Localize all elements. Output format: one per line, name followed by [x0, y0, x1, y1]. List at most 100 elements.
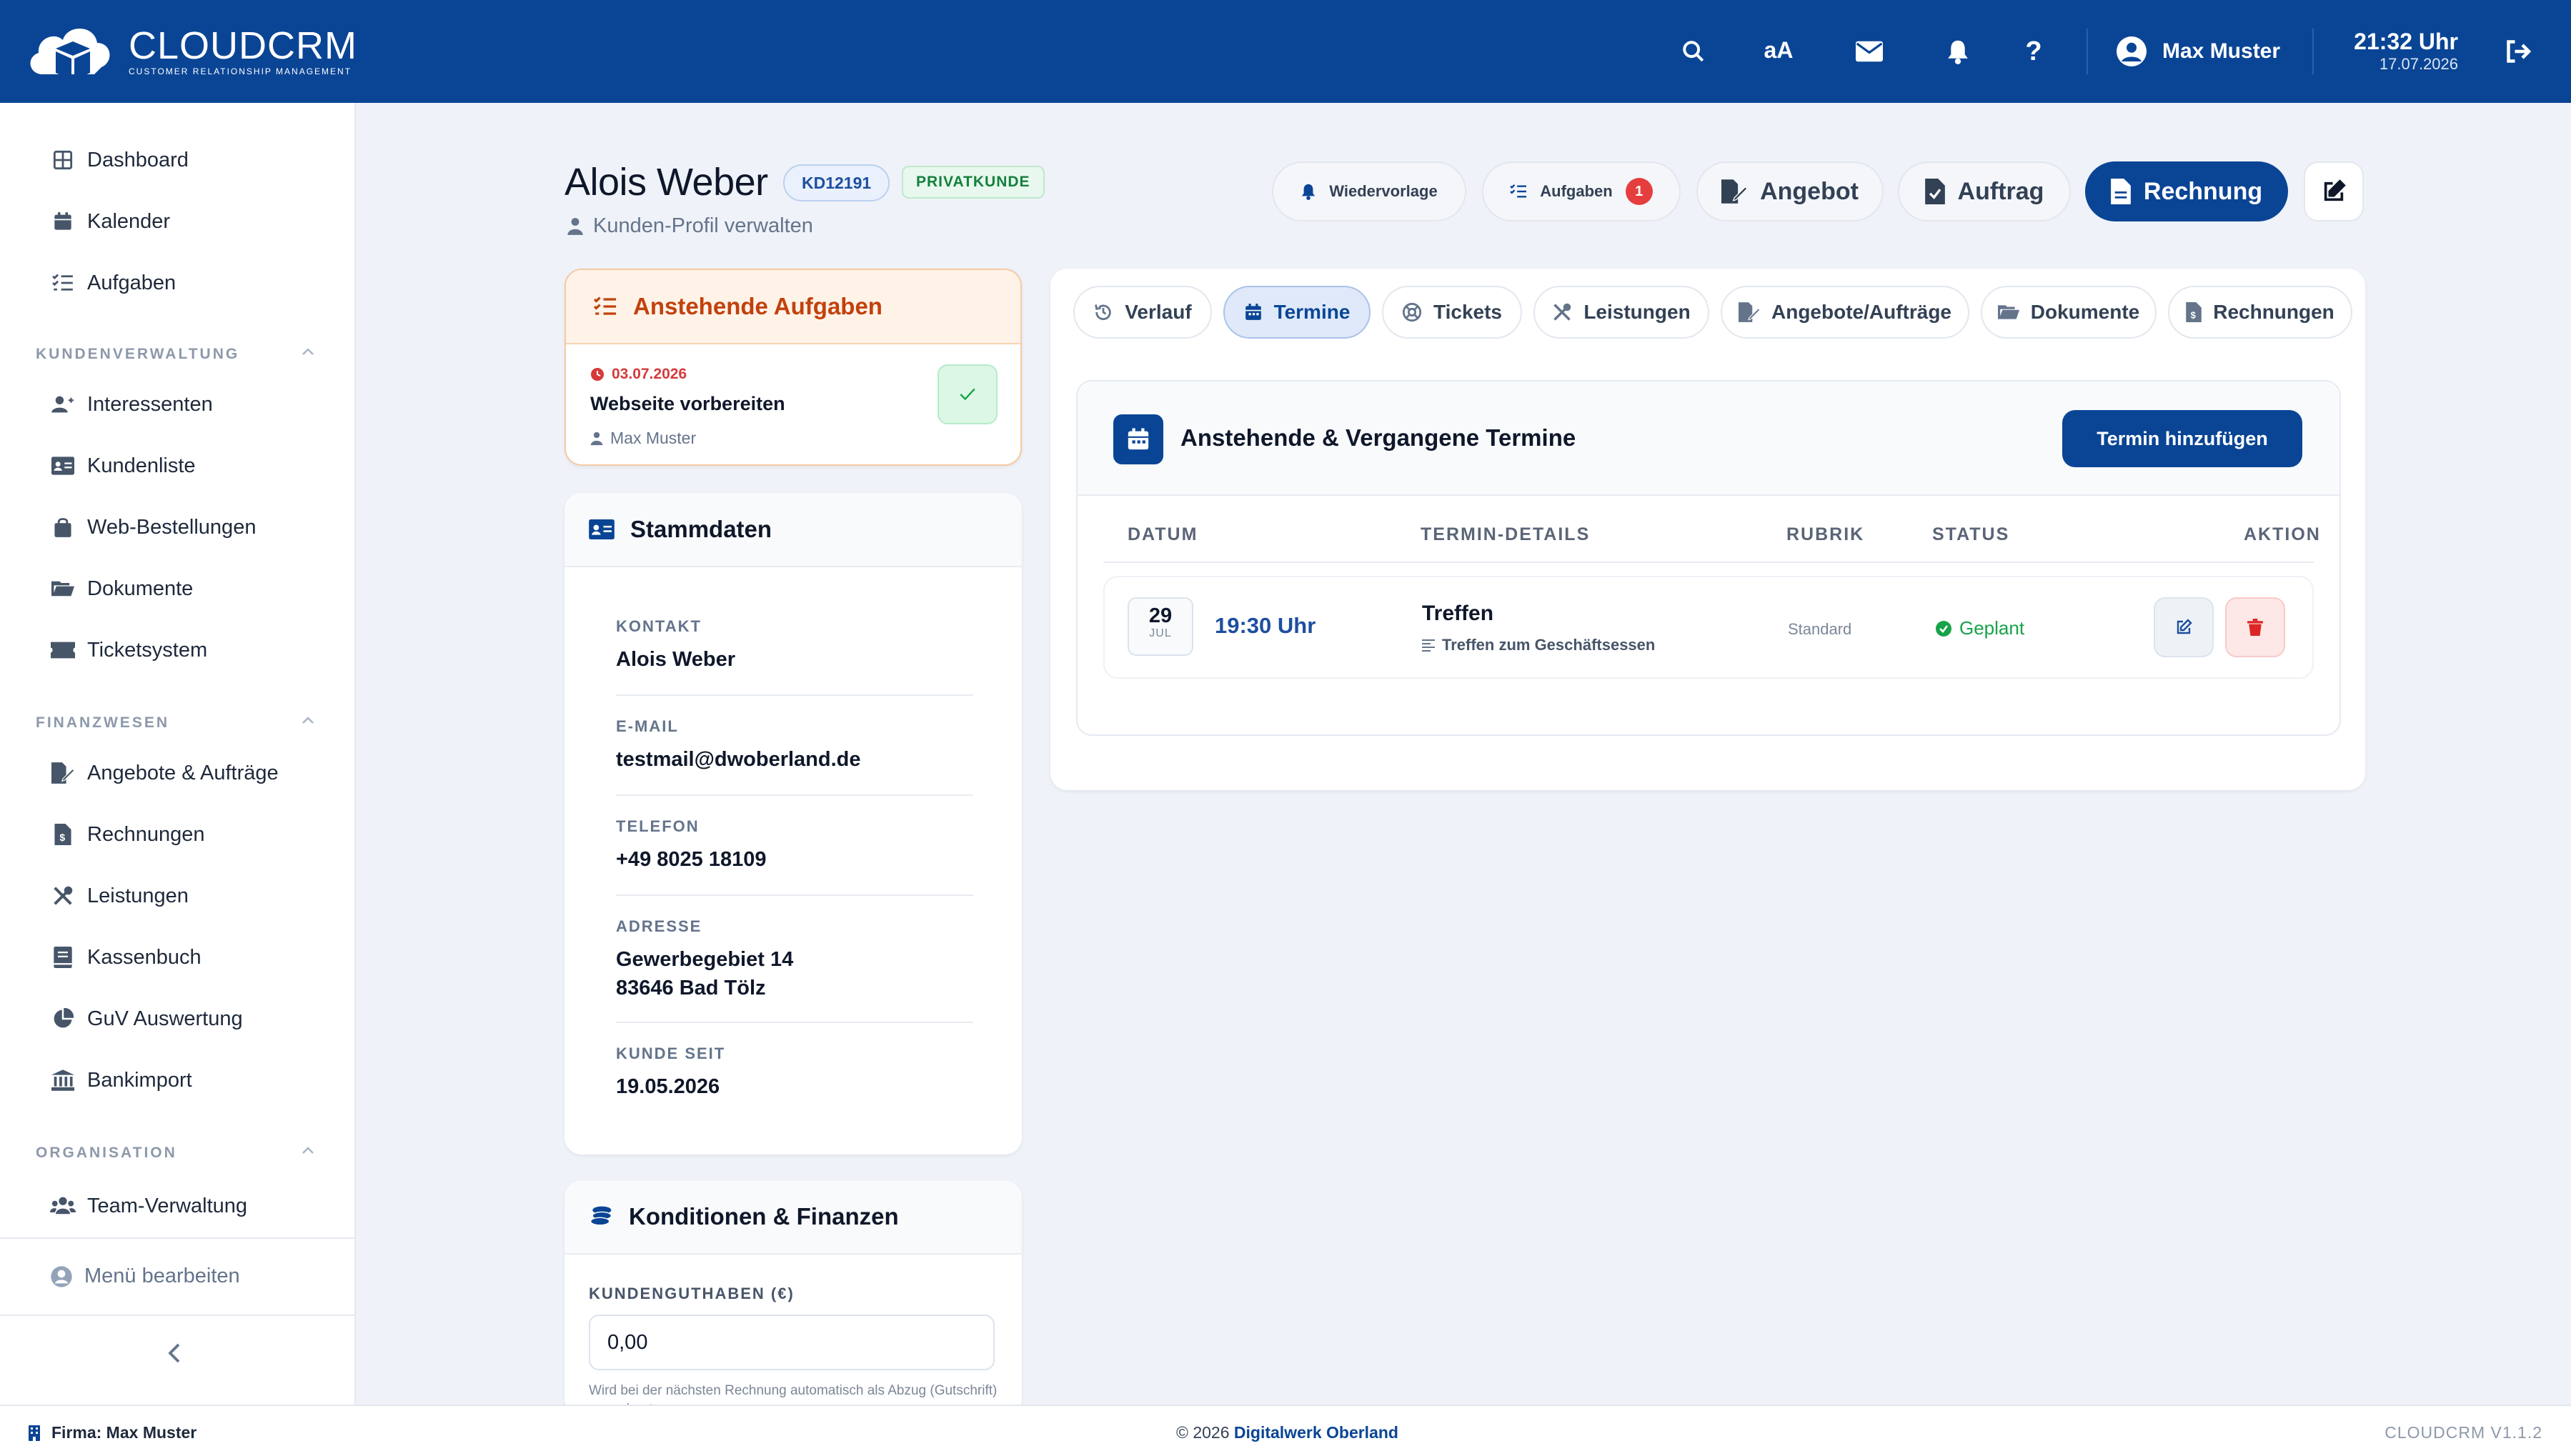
sidebar-section-organisation[interactable]: ORGANISATION: [36, 1145, 177, 1162]
logo-subtitle: CUSTOMER RELATIONSHIP MANAGEMENT: [129, 66, 352, 76]
sidebar-item-web-bestellungen[interactable]: Web-Bestellungen: [50, 509, 256, 546]
kundenguthaben-input[interactable]: [589, 1315, 995, 1370]
complete-task-button[interactable]: [938, 364, 998, 424]
tab-label: Verlauf: [1125, 301, 1192, 323]
date-badge: 29 JUL: [1128, 597, 1193, 656]
help-icon[interactable]: ?: [2018, 36, 2049, 67]
edit-termin-button[interactable]: [2154, 597, 2214, 657]
field-label-kontakt: KONTAKT: [616, 617, 702, 635]
ticket-icon: [50, 637, 76, 663]
file-signature-icon: [50, 760, 76, 786]
chevron-up-icon[interactable]: [300, 714, 316, 726]
tab-rechnungen[interactable]: $ Rechnungen: [2168, 286, 2352, 339]
mail-icon[interactable]: [1854, 36, 1885, 67]
field-value-adresse-line1: Gewerbegebiet 14: [616, 948, 794, 971]
tab-label: Angebote/Aufträge: [1771, 301, 1951, 323]
wiedervorlage-button[interactable]: Wiedervorlage: [1272, 161, 1466, 221]
calendar-icon: [1113, 414, 1163, 464]
copyright-link[interactable]: Digitalwerk Oberland: [1234, 1423, 1398, 1442]
customer-detail-panel: Verlauf Termine Tickets Leistungen Angeb…: [1050, 269, 2365, 790]
sidebar-section-finanzwesen[interactable]: FINANZWESEN: [36, 714, 169, 732]
tab-tickets[interactable]: Tickets: [1382, 286, 1522, 339]
search-icon[interactable]: [1678, 36, 1709, 67]
sidebar-item-angebote-auftraege[interactable]: Angebote & Aufträge: [50, 754, 279, 792]
sidebar-item-kalender[interactable]: Kalender: [50, 203, 170, 240]
field-value-telefon[interactable]: +49 8025 18109: [616, 846, 766, 873]
cloud-box-logo-icon: [30, 28, 110, 80]
svg-text:$: $: [2191, 310, 2196, 321]
sidebar-item-kundenliste[interactable]: Kundenliste: [50, 447, 196, 484]
task-assignee: Max Muster: [590, 429, 696, 448]
sidebar-item-rechnungen[interactable]: $ Rechnungen: [50, 816, 204, 853]
field-value-kontakt: Alois Weber: [616, 648, 736, 671]
sidebar-item-label: Dokumente: [87, 577, 194, 600]
tab-termine[interactable]: Termine: [1223, 286, 1371, 339]
pending-tasks-header: Anstehende Aufgaben: [566, 270, 1020, 344]
book-icon: [50, 944, 76, 970]
edit-customer-button[interactable]: [2304, 161, 2364, 221]
sidebar-item-bankimport[interactable]: Bankimport: [50, 1062, 192, 1099]
aufgaben-label: Aufgaben: [1540, 182, 1613, 200]
column-header-status: STATUS: [1932, 524, 2010, 544]
tab-verlauf[interactable]: Verlauf: [1073, 286, 1212, 339]
user-menu[interactable]: Max Muster: [2117, 36, 2280, 67]
sidebar-item-guv-auswertung[interactable]: GuV Auswertung: [50, 1000, 243, 1037]
sidebar-item-leistungen[interactable]: Leistungen: [50, 877, 189, 914]
status-badge: Geplant: [1935, 617, 2024, 639]
customer-type-badge: PRIVATKUNDE: [902, 166, 1045, 199]
file-check-icon: [1924, 179, 1945, 204]
customer-name: Alois Weber: [565, 161, 768, 204]
sidebar-item-team-verwaltung[interactable]: Team-Verwaltung: [50, 1187, 247, 1225]
task-due-date-text: 03.07.2026: [612, 366, 687, 382]
file-signature-icon: [1721, 179, 1748, 204]
invoice-icon: $: [2186, 302, 2202, 322]
kundenguthaben-label: KUNDENGUTHABEN (€): [589, 1285, 795, 1302]
aufgaben-button[interactable]: Aufgaben 1: [1482, 161, 1681, 221]
auftrag-button[interactable]: Auftrag: [1898, 161, 2071, 221]
chevron-up-icon[interactable]: [300, 1145, 316, 1156]
tab-label: Termine: [1273, 301, 1351, 323]
sidebar-section-kundenverwaltung[interactable]: KUNDENVERWALTUNG: [36, 346, 239, 363]
id-card-icon: [50, 453, 76, 479]
add-termin-button[interactable]: Termin hinzufügen: [2062, 410, 2302, 467]
app-logo[interactable]: CLOUDCRM CUSTOMER RELATIONSHIP MANAGEMEN…: [23, 17, 357, 86]
user-name: Max Muster: [2162, 39, 2281, 63]
menu-edit-button[interactable]: Menü bearbeiten: [50, 1265, 240, 1288]
delete-termin-button[interactable]: [2225, 597, 2285, 657]
sidebar-item-label: Ticketsystem: [87, 638, 208, 662]
tab-label: Dokumente: [2030, 301, 2140, 323]
sidebar-item-ticketsystem[interactable]: Ticketsystem: [50, 632, 207, 669]
angebot-button[interactable]: Angebot: [1696, 161, 1884, 221]
bell-icon[interactable]: [1942, 36, 1974, 67]
rechnung-button[interactable]: Rechnung: [2085, 161, 2288, 221]
folder-icon: [1997, 304, 2019, 321]
tab-angebote-auftraege[interactable]: Angebote/Aufträge: [1721, 286, 1969, 339]
chevron-up-icon[interactable]: [300, 346, 316, 357]
user-icon: [590, 432, 603, 446]
table-row[interactable]: 29 JUL 19:30 Uhr Treffen Treffen zum Ges…: [1103, 576, 2314, 679]
align-left-icon: [1422, 639, 1435, 652]
sidebar-item-interessenten[interactable]: Interessenten: [50, 386, 213, 423]
field-value-kunde-seit: 19.05.2026: [616, 1075, 720, 1098]
field-value-email[interactable]: testmail@dwoberland.de: [616, 746, 861, 773]
sidebar-item-dokumente[interactable]: Dokumente: [50, 570, 193, 607]
logout-icon[interactable]: [2502, 36, 2534, 67]
grid-icon: [50, 147, 76, 173]
chevron-left-icon[interactable]: [166, 1340, 183, 1366]
svg-text:$: $: [59, 832, 65, 843]
sidebar-item-dashboard[interactable]: Dashboard: [50, 141, 189, 179]
checkmark-icon: [958, 387, 977, 402]
pie-chart-icon: [50, 1006, 76, 1032]
konditionen-title: Konditionen & Finanzen: [629, 1203, 899, 1230]
field-label-telefon: TELEFON: [616, 817, 700, 835]
invoice-icon: $: [50, 822, 76, 847]
footer-version: CLOUDCRM V1.1.2: [2384, 1423, 2542, 1442]
task-assignee-name: Max Muster: [610, 429, 697, 447]
task-title[interactable]: Webseite vorbereiten: [590, 393, 785, 415]
font-size-toggle[interactable]: aA: [1761, 34, 1796, 66]
tab-dokumente[interactable]: Dokumente: [1981, 286, 2157, 339]
pending-tasks-card: Anstehende Aufgaben 03.07.2026 Webseite …: [565, 269, 1022, 466]
sidebar-item-kassenbuch[interactable]: Kassenbuch: [50, 939, 202, 976]
tab-leistungen[interactable]: Leistungen: [1533, 286, 1709, 339]
sidebar-item-aufgaben[interactable]: Aufgaben: [50, 264, 176, 301]
